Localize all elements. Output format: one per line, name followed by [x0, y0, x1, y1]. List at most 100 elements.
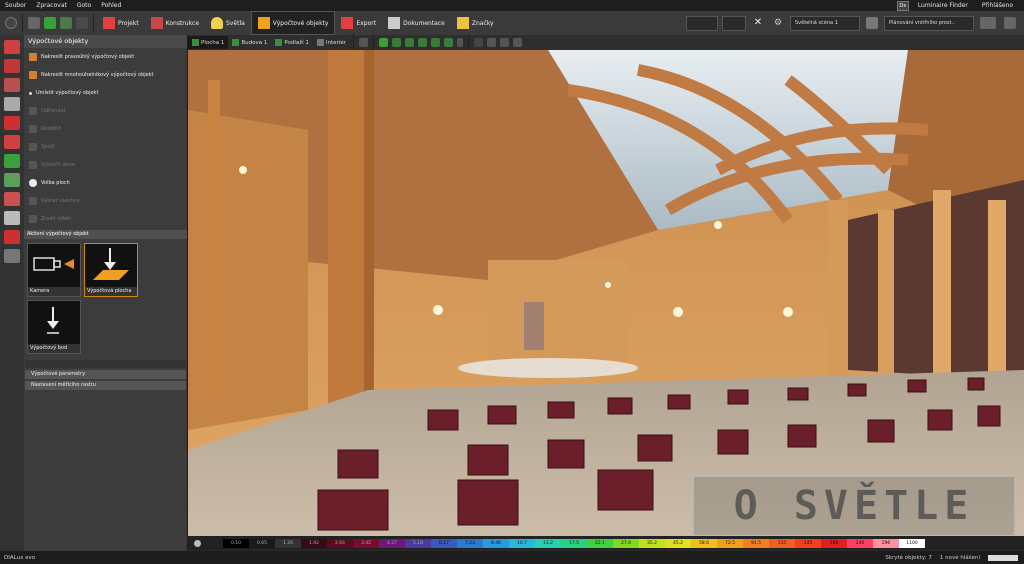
planning-select[interactable]: Plánování vnitřního prost.. — [884, 15, 974, 31]
view-back-icon[interactable] — [443, 38, 453, 47]
tile-calc-point[interactable]: Výpočtový bod — [27, 300, 81, 354]
layout-icon[interactable] — [980, 17, 996, 29]
draw-polygon-object[interactable]: Nakreslit mnohoúhelníkový výpočtový obje… — [24, 66, 187, 84]
draw-rect-object[interactable]: Nakreslit pravoúhlý výpočtový objekt — [24, 48, 187, 66]
menu-process[interactable]: Zpracovat — [31, 2, 72, 9]
tile-calc-surface[interactable]: Výpočtová plocha — [84, 243, 138, 297]
save-icon[interactable] — [44, 17, 56, 29]
tab-tags-label: Značky — [471, 19, 494, 27]
place-object[interactable]: Umístit výpočtový objekt — [24, 84, 187, 102]
luminaire-finder-link[interactable]: Luminaire Finder — [913, 2, 973, 9]
new-icon[interactable] — [28, 17, 40, 29]
scene-select[interactable]: Světelná scéna 1 — [790, 15, 860, 31]
legend-cell: 4.27 — [379, 538, 405, 548]
messages-count[interactable]: 1 nové hlášení — [940, 555, 980, 561]
legend-cell: 0.10 — [223, 538, 249, 548]
tab-lights-label: Světla — [226, 19, 245, 27]
tile-camera[interactable]: Kamera — [27, 243, 81, 297]
calc-params-section[interactable]: Výpočtové parametry — [25, 370, 186, 379]
disabled-dropdown-2[interactable] — [722, 15, 746, 31]
plane-icon[interactable] — [4, 40, 20, 54]
wave-icon[interactable] — [4, 192, 20, 206]
tab-lights[interactable]: Světla — [205, 12, 251, 34]
building-icon — [232, 39, 240, 46]
cube-icon[interactable] — [4, 116, 20, 130]
panel-title: Výpočtové objekty — [24, 35, 187, 48]
close-icon[interactable]: ✕ — [752, 17, 764, 29]
tab-export[interactable]: Export — [335, 12, 382, 34]
legend-cell: 240 — [847, 538, 873, 548]
tab-project[interactable]: Projekt — [97, 12, 145, 34]
view-iso-icon[interactable] — [391, 38, 401, 47]
align-icon[interactable] — [499, 38, 509, 47]
eye-icon[interactable] — [4, 173, 20, 187]
select-surfaces[interactable]: Volba ploch — [24, 174, 187, 192]
fullscreen-icon[interactable] — [1004, 17, 1016, 29]
menu-goto[interactable]: Goto — [72, 2, 96, 9]
frame-icon[interactable] — [4, 230, 20, 244]
back-icon[interactable] — [5, 17, 17, 29]
tab-documentation[interactable]: Dokumentace — [382, 12, 451, 34]
split-object[interactable]: Rozdělit — [24, 120, 187, 138]
menu-file[interactable]: Soubor — [0, 2, 31, 9]
church-interior-render — [188, 50, 1024, 536]
view-3d-icon[interactable] — [378, 38, 388, 47]
deselect[interactable]: Zrušit výběr — [24, 210, 187, 228]
view-side-icon[interactable] — [417, 38, 427, 47]
panel-scrollbar[interactable] — [25, 360, 186, 368]
cut-icon — [29, 107, 37, 115]
split-object-label: Rozdělit — [41, 126, 61, 132]
view-top-icon[interactable] — [430, 38, 440, 47]
snap-icon[interactable] — [358, 38, 368, 47]
view-menu-icon[interactable] — [456, 38, 463, 47]
box-icon[interactable] — [4, 59, 20, 73]
distribute-icon[interactable] — [512, 38, 522, 47]
tab-budova[interactable]: Budova 1 — [228, 36, 271, 49]
redo-icon[interactable] — [76, 17, 88, 29]
exit-icon[interactable] — [4, 154, 20, 168]
measure-icon[interactable] — [486, 38, 496, 47]
place-object-label: Umístit výpočtový objekt — [36, 90, 99, 96]
tab-plocha[interactable]: Plocha 1 — [188, 36, 229, 49]
interior-icon — [316, 39, 324, 46]
create-hole[interactable]: Vytvořit otvor — [24, 156, 187, 174]
tile-calc-point-label: Výpočtový bod — [28, 344, 80, 353]
select-all-label: Vybrat všechny — [41, 198, 80, 204]
menu-view[interactable]: Pohled — [96, 2, 126, 9]
legend-settings-icon[interactable] — [194, 539, 201, 547]
create-hole-label: Vytvořit otvor — [41, 162, 76, 168]
account-link[interactable]: Přihlášeno — [977, 2, 1018, 9]
cut-object[interactable]: Odříznout — [24, 102, 187, 120]
tile-icon[interactable] — [4, 78, 20, 92]
l-shape-icon[interactable] — [4, 135, 20, 149]
tab-calc-objects[interactable]: Výpočtové objekty — [250, 11, 336, 35]
watermark-logo: O SVĚTLE — [692, 475, 1016, 537]
toolbar-divider — [22, 14, 23, 32]
tab-tags[interactable]: Značky — [451, 12, 500, 34]
altar-image — [524, 302, 544, 350]
legend-cell: 13.2 — [535, 538, 561, 548]
hidden-objects[interactable]: Skryté objekty: 7 — [885, 555, 932, 561]
select-all[interactable]: Vybrat všechny — [24, 192, 187, 210]
hand-icon — [29, 179, 37, 187]
camera-icon — [33, 257, 74, 271]
tab-export-label: Export — [356, 19, 377, 27]
cylinder-icon[interactable] — [4, 97, 20, 111]
tab-construction[interactable]: Konstrukce — [145, 12, 205, 34]
scene-color-icon[interactable] — [866, 17, 878, 29]
gear-icon[interactable]: ⚙ — [772, 17, 784, 29]
3d-viewport[interactable] — [188, 50, 1024, 536]
view-front-icon[interactable] — [404, 38, 414, 47]
doc-icon[interactable] — [4, 211, 20, 225]
grid-icon[interactable] — [4, 249, 20, 263]
merge-object[interactable]: Spojit — [24, 138, 187, 156]
legend-scale: 0.10 0.65 1.26 1.92 2.64 3.42 4.27 5.18 6.17 7.23… — [223, 538, 925, 548]
undo-icon[interactable] — [60, 17, 72, 29]
viewbar-divider — [352, 33, 354, 52]
tab-interier[interactable]: Interiér — [313, 36, 350, 49]
cursor-icon[interactable] — [473, 38, 483, 47]
project-icon — [103, 17, 115, 29]
measure-grid-section[interactable]: Nastavení měřicího rastru — [25, 381, 186, 390]
tab-podlazi[interactable]: Podlaží 1 — [271, 36, 313, 49]
disabled-dropdown[interactable] — [686, 15, 718, 31]
